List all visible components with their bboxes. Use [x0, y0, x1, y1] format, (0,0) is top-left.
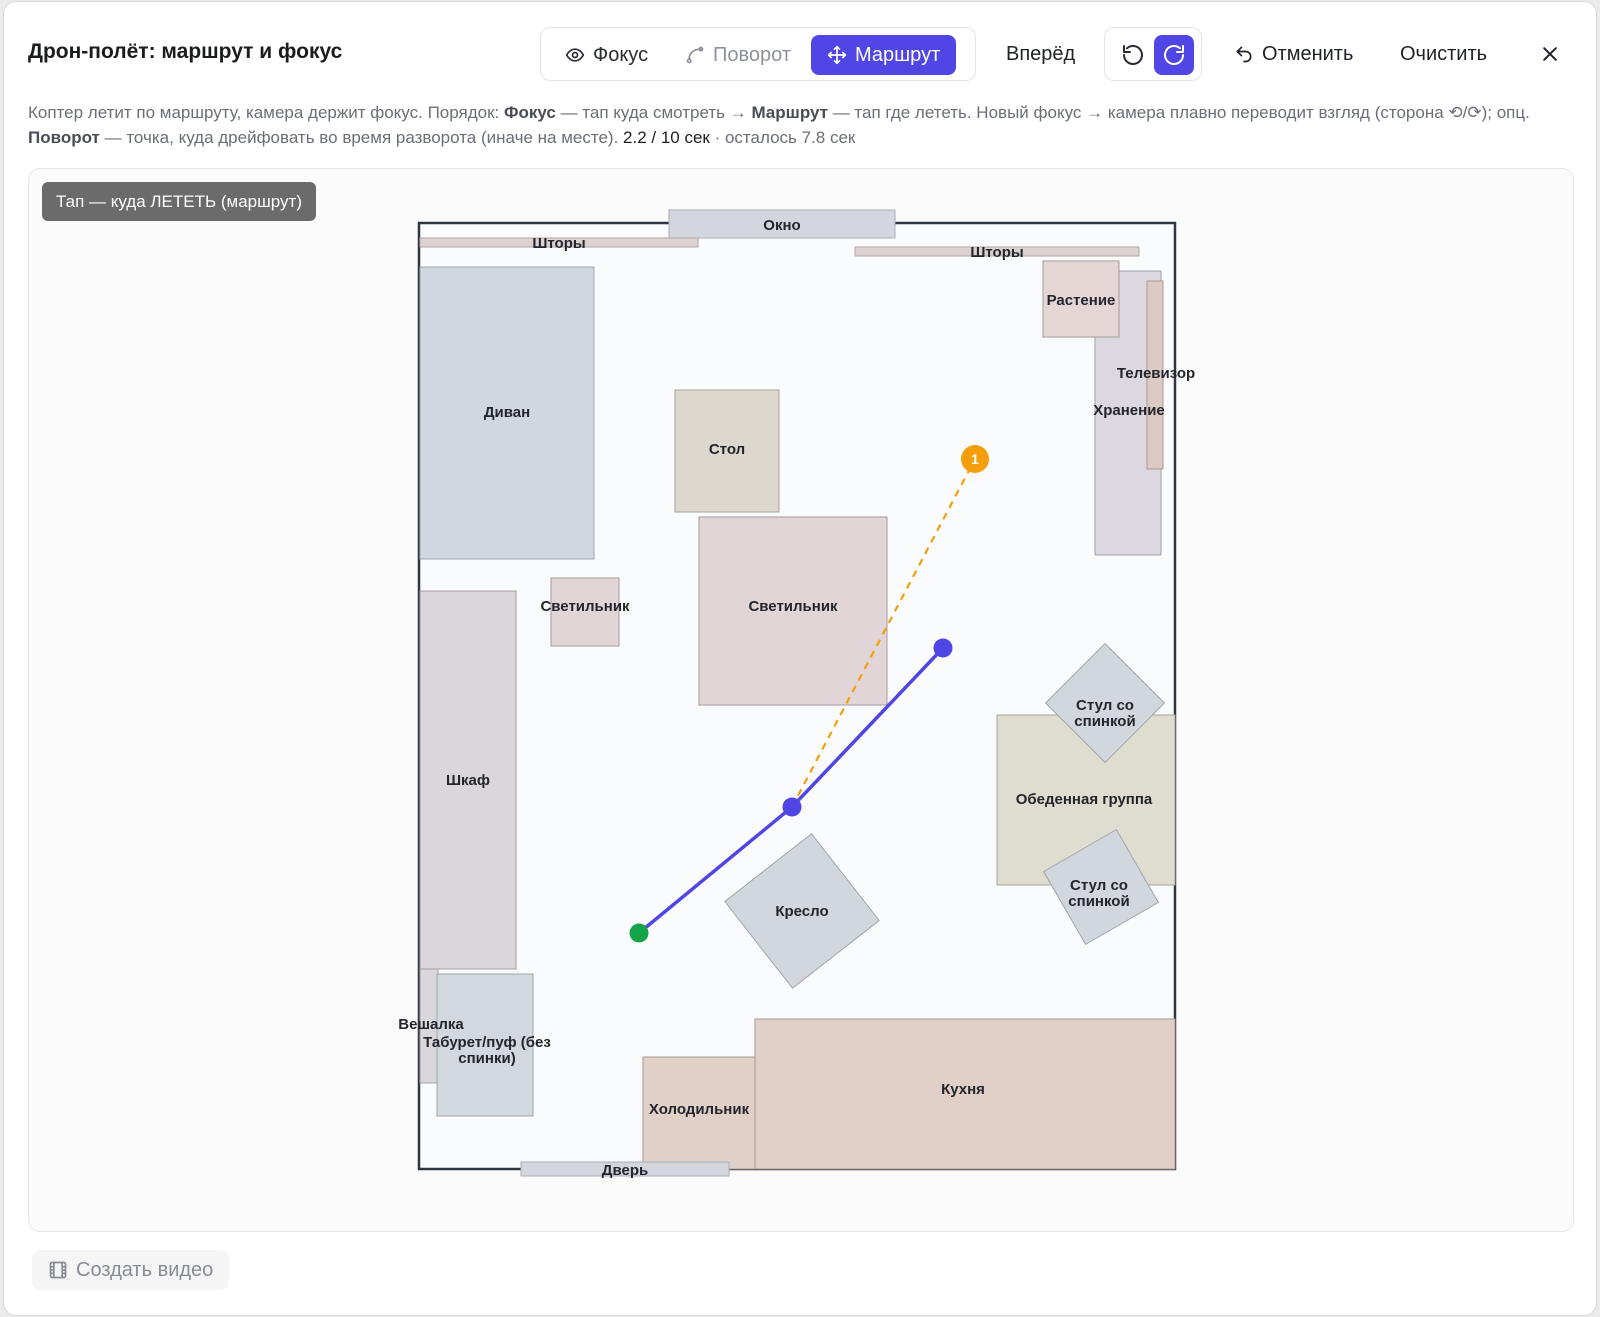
sofa-label: Диван [484, 404, 530, 421]
flight-time: 2.2 / 10 сек [623, 128, 710, 147]
kitchen-label: Кухня [941, 1081, 985, 1098]
clear-label: Очистить [1400, 42, 1488, 65]
forward-label: Вперёд [1006, 42, 1076, 65]
mode-route-label: Маршрут [855, 43, 941, 66]
undo-icon [1236, 46, 1252, 63]
mode-route-button[interactable]: Маршрут [811, 35, 957, 75]
door-label: Дверь [602, 1162, 648, 1179]
desc-part-3: — тап где лететь. Новый фокус → камера п… [827, 103, 1530, 122]
undo-button[interactable]: Отменить [1234, 34, 1353, 74]
desc-part-1: Коптер летит по маршруту, камера держит … [28, 103, 504, 122]
close-icon [1543, 47, 1557, 61]
armchair-label: Кресло [775, 903, 828, 920]
lamp-small-label: Светильник [540, 598, 630, 615]
storage-label: Хранение [1093, 402, 1165, 419]
desc-route-word: Маршрут [751, 103, 828, 122]
lamp-large-label: Светильник [748, 598, 838, 615]
floor-plan-canvas[interactable]: Тап — куда ЛЕТЕТЬ (маршрут) Окно Шторы Ш… [28, 168, 1574, 1232]
mode-turn-button[interactable]: Поворот [669, 35, 807, 75]
dialog-header: Дрон-полёт: маршрут и фокус Фокус Поворо… [4, 2, 1596, 102]
time-remaining: · осталось 7.8 сек [709, 128, 856, 147]
desc-focus-word: Фокус [503, 103, 556, 122]
close-button[interactable] [1540, 34, 1560, 74]
clear-button[interactable]: Очистить [1400, 34, 1487, 74]
tv-label: Телевизор [1117, 365, 1195, 382]
table-label: Стол [709, 441, 745, 458]
eye-icon [565, 48, 585, 62]
plant-label: Растение [1047, 292, 1116, 309]
rotate-cw-icon [1164, 45, 1184, 65]
chair-top-label-1: Стул со [1076, 697, 1134, 714]
wardrobe-label: Шкаф [446, 772, 490, 789]
film-icon [49, 1261, 67, 1279]
curve-path-icon [686, 46, 704, 64]
chair-bottom-label-1: Стул со [1070, 877, 1128, 894]
create-video-button[interactable]: Создать видео [32, 1250, 230, 1290]
mode-focus-label: Фокус [593, 43, 649, 66]
floor-plan[interactable]: Окно Шторы Шторы Растение Телевизор Хран… [29, 169, 1574, 1232]
rotate-ccw-button[interactable] [1113, 35, 1153, 75]
chair-top-label-2: спинкой [1074, 713, 1135, 730]
dialog-title: Дрон-полёт: маршрут и фокус [28, 40, 343, 63]
mode-turn-label: Поворот [713, 43, 791, 66]
window-label: Окно [763, 217, 800, 234]
create-video-label: Создать видео [76, 1258, 214, 1281]
instructions-text: Коптер летит по маршруту, камера держит … [28, 100, 1588, 150]
focus-marker-number: 1 [971, 451, 979, 467]
desc-turn-word: Поворот [28, 128, 100, 147]
curtains-left-label: Шторы [532, 235, 585, 252]
forward-button[interactable]: Вперёд [1006, 34, 1075, 74]
mode-focus-button[interactable]: Фокус [549, 35, 664, 75]
desc-part-4: — точка, куда дрейфовать во время развор… [99, 128, 624, 147]
route-start-point[interactable] [629, 923, 649, 943]
hanger-label: Вешалка [398, 1016, 464, 1033]
stool-label-1: Табурет/пуф (без [423, 1034, 551, 1051]
fridge-label: Холодильник [649, 1101, 750, 1118]
rotate-ccw-icon [1123, 45, 1143, 65]
route-waypoint[interactable] [933, 638, 953, 658]
route-waypoint[interactable] [782, 797, 802, 817]
move-arrows-icon [827, 45, 847, 65]
curtains-right-label: Шторы [970, 244, 1023, 261]
stool-label-2: спинки) [458, 1050, 515, 1067]
dialog-window: Дрон-полёт: маршрут и фокус Фокус Поворо… [4, 2, 1596, 1315]
rotate-cw-button[interactable] [1154, 35, 1194, 75]
desc-part-2: — тап куда смотреть → [555, 103, 752, 122]
mode-switcher: Фокус Поворот Маршрут [540, 27, 976, 81]
dining-label: Обеденная группа [1016, 791, 1153, 808]
undo-label: Отменить [1262, 42, 1354, 65]
chair-bottom-label-2: спинкой [1068, 893, 1129, 910]
rotation-direction-group [1104, 27, 1202, 81]
